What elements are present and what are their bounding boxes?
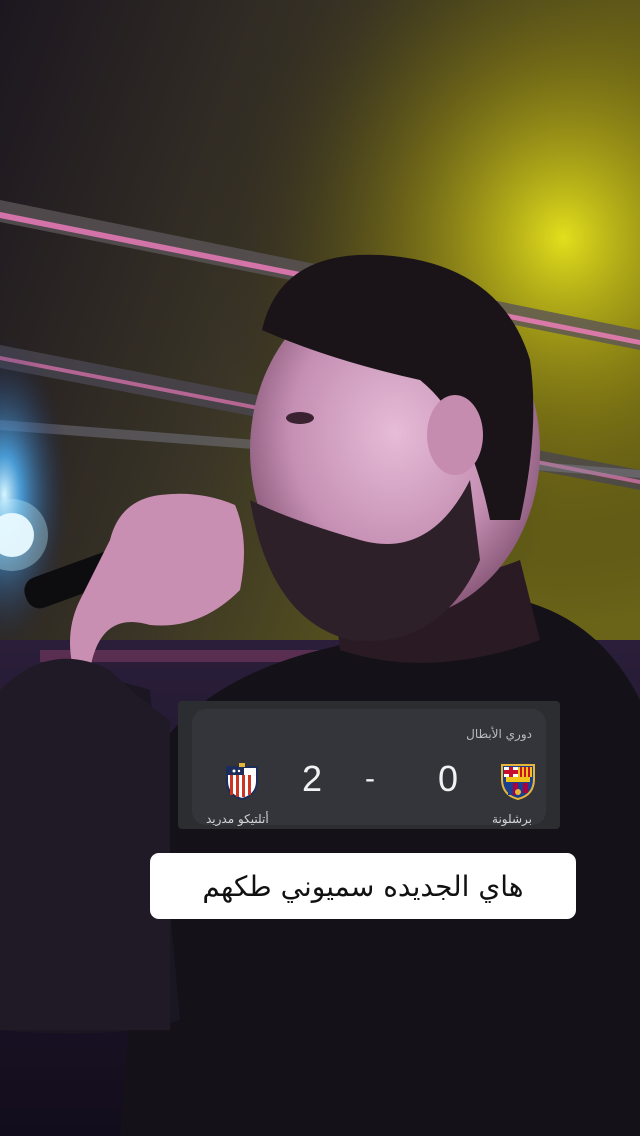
concert-scene xyxy=(0,0,640,1136)
home-score: 0 xyxy=(437,758,459,799)
away-team-name: أتلتيكو مدريد xyxy=(206,812,269,826)
score-separator: - xyxy=(365,762,375,795)
away-score: 2 xyxy=(301,758,323,799)
caption-sticker: هاي الجديده سميوني طكهم xyxy=(150,853,576,919)
home-team-name: برشلونة xyxy=(492,812,532,826)
atletico-crest-icon xyxy=(224,761,260,801)
video-frame xyxy=(0,0,640,1136)
match-score-card: دوري الأبطال 0 - 2 برشلونة أتلتيكو مدريد xyxy=(178,701,560,829)
caption-text: هاي الجديده سميوني طكهم xyxy=(202,869,524,903)
score-panel: دوري الأبطال 0 - 2 برشلونة أتلتيكو مدريد xyxy=(192,709,546,826)
barcelona-crest-icon xyxy=(500,761,536,801)
competition-label: دوري الأبطال xyxy=(466,727,532,741)
